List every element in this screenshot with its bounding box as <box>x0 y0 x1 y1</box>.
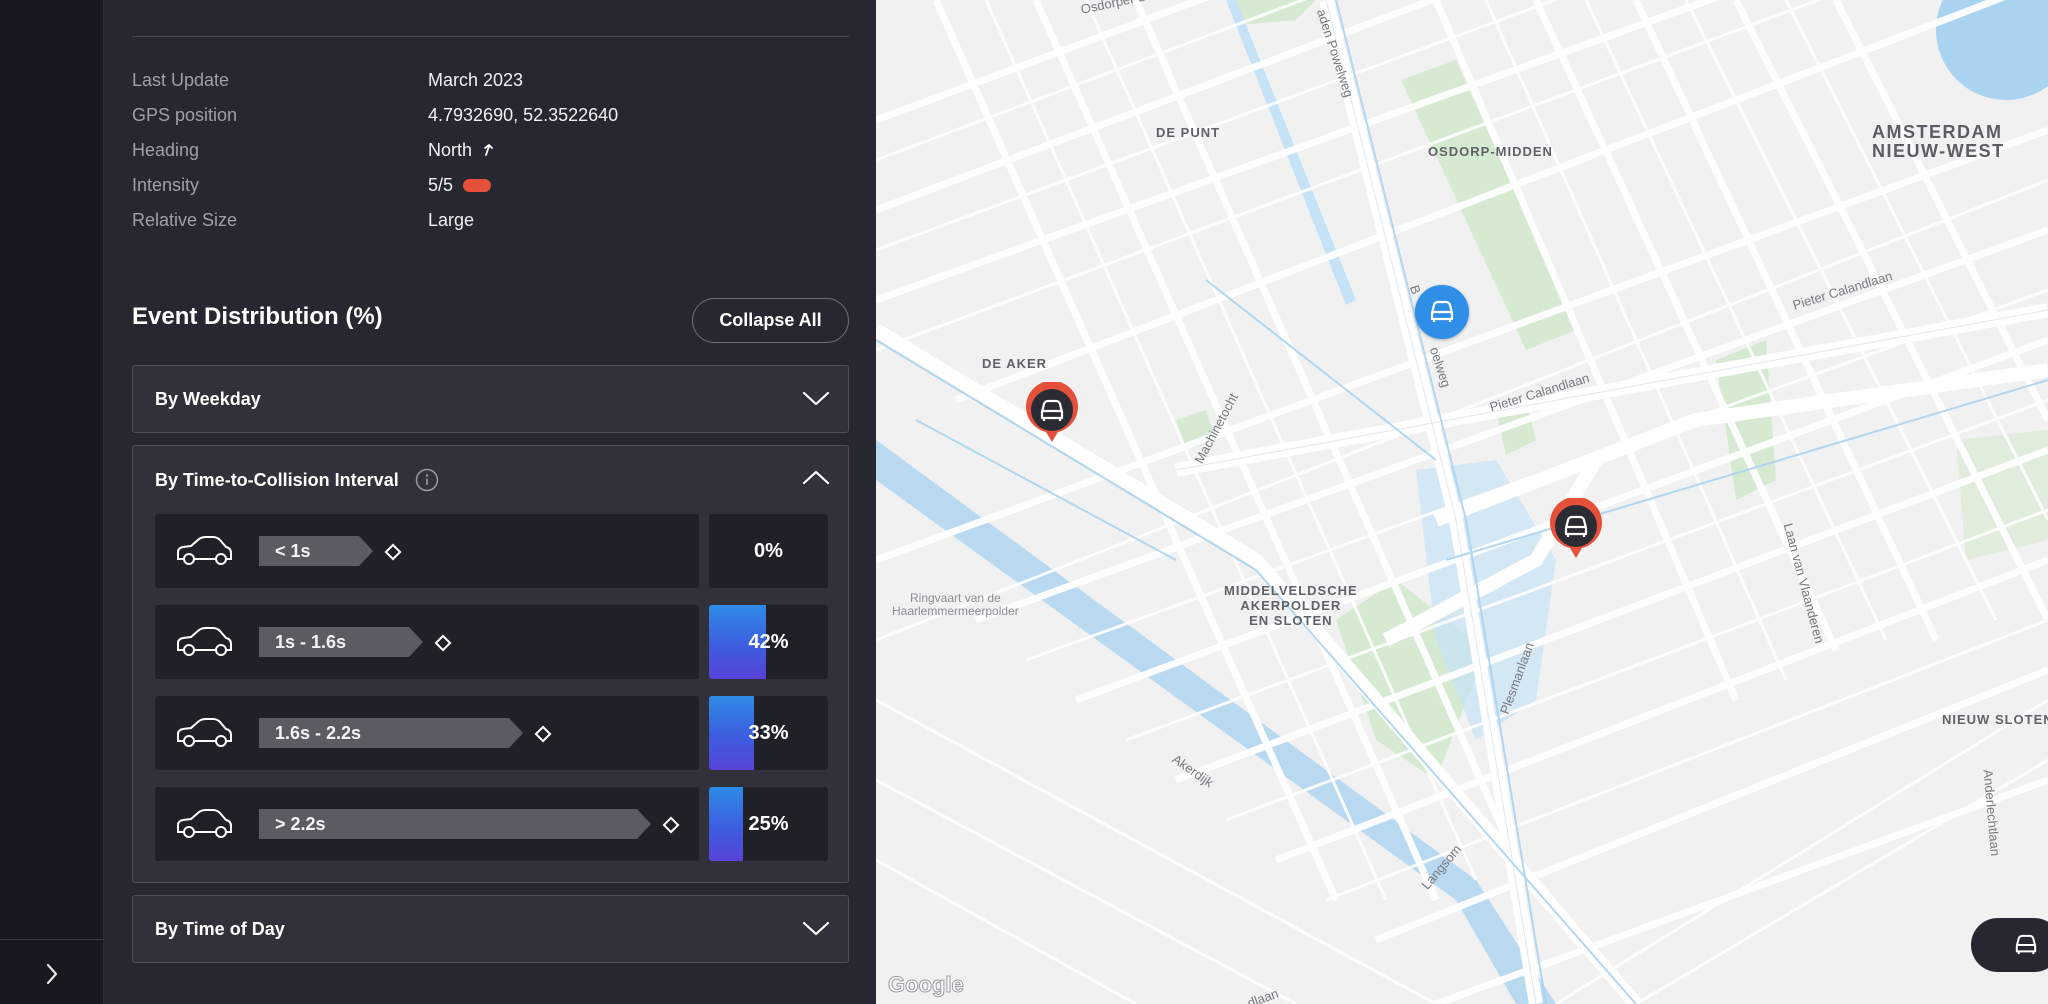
ttc-percent-cell: 0% <box>709 514 828 588</box>
car-icon <box>1430 300 1454 322</box>
detail-label: Intensity <box>132 174 200 195</box>
map-layer-toggle-button[interactable] <box>1971 918 2048 972</box>
district-label-line: MIDDELVELDSCHE <box>1224 583 1358 598</box>
ttc-interval-label: 1s - 1.6s <box>259 627 423 657</box>
detail-value: March 2023 <box>428 70 523 91</box>
detail-row-last-update: Last Update March 2023 <box>132 68 849 92</box>
ttc-interval-label: > 2.2s <box>259 809 651 839</box>
gps-value: 4.7932690, 52.3522640 <box>428 104 619 125</box>
last-update-value: March 2023 <box>428 69 524 90</box>
district-label: NIEUW SLOTEN <box>1942 712 2048 727</box>
arrow-up-right-icon <box>484 144 493 156</box>
district-label-line: EN SLOTEN <box>1249 613 1333 628</box>
intensity-value: 5/5 <box>428 174 454 195</box>
ttc-percent-cell: 33% <box>709 696 828 770</box>
left-rail <box>0 0 104 1004</box>
percent-value: 0% <box>754 539 783 562</box>
detail-row-gps: GPS position 4.7932690, 52.3522640 <box>132 103 849 127</box>
event-marker[interactable] <box>1548 496 1604 562</box>
district-label: AMSTERDAM NIEUW-WEST <box>1872 123 2005 161</box>
percent-value: 25% <box>748 812 789 835</box>
rail-divider <box>0 939 104 940</box>
ttc-interval-cell: 1s - 1.6s <box>155 605 699 679</box>
district-label-line: AKERPOLDER <box>1240 598 1342 613</box>
detail-label: GPS position <box>132 104 238 125</box>
heading-value: North <box>428 139 473 160</box>
accordion-title: By Time of Day <box>155 918 285 939</box>
car-icon <box>2015 934 2037 955</box>
detail-row-heading: Heading North <box>132 138 849 162</box>
chevron-down-icon <box>802 391 830 406</box>
ttc-interval-label: < 1s <box>259 536 373 566</box>
google-logo: Google <box>888 972 965 998</box>
detail-label: Relative Size <box>132 209 238 230</box>
percent-value: 33% <box>748 721 789 744</box>
car-outline-icon <box>177 809 232 838</box>
district-label-line: AMSTERDAM <box>1872 122 2003 142</box>
intensity-indicator <box>463 178 492 192</box>
expand-sidebar-button[interactable] <box>34 956 70 992</box>
diamond-marker-icon <box>662 816 680 834</box>
detail-value: North <box>428 140 494 161</box>
ttc-interval-row: > 2.2s 25% <box>155 787 828 861</box>
accordion-title: By Time-to-Collision Interval <box>155 469 399 490</box>
accordion-by-ttc-interval: By Time-to-Collision Interval < 1s 0% 1s -… <box>132 445 849 883</box>
detail-label: Last Update <box>132 69 230 90</box>
accordion-title: By Weekday <box>155 388 261 409</box>
place-label: Haarlemmermeerpolder <box>892 604 1019 618</box>
detail-label: Heading <box>132 139 200 160</box>
relative-size-value: Large <box>428 209 475 230</box>
car-outline-icon <box>177 536 232 565</box>
ttc-percent-cell: 25% <box>709 787 828 861</box>
chevron-down-icon <box>802 921 830 936</box>
map-pin-icon <box>1550 496 1602 558</box>
accordion-header-by-ttc-interval[interactable]: By Time-to-Collision Interval <box>133 446 848 514</box>
ttc-interval-row: 1.6s - 2.2s 33% <box>155 696 828 770</box>
map-pin-icon <box>1026 380 1078 442</box>
detail-row-relative-size: Relative Size Large <box>132 208 849 232</box>
divider <box>132 36 849 37</box>
district-label: MIDDELVELDSCHE AKERPOLDER EN SLOTEN <box>1224 583 1358 628</box>
detail-panel: Last Update March 2023 GPS position 4.79… <box>104 0 876 1004</box>
detail-value: 5/5 <box>428 174 492 196</box>
ttc-percent-cell: 42% <box>709 605 828 679</box>
diamond-marker-icon <box>384 543 402 561</box>
detail-value: 4.7932690, 52.3522640 <box>428 105 618 126</box>
accordion-header-by-weekday[interactable]: By Weekday <box>133 366 848 432</box>
ttc-interval-row: 1s - 1.6s 42% <box>155 605 828 679</box>
accordion-by-weekday: By Weekday <box>132 365 849 433</box>
event-distribution-title: Event Distribution (%) <box>132 303 383 330</box>
diamond-marker-icon <box>534 725 552 743</box>
chevron-right-icon <box>46 963 58 985</box>
map-view[interactable]: Osdorper Ban aden Powelweg DE PUNT OSDOR… <box>876 0 2048 1004</box>
district-label: DE AKER <box>982 356 1048 371</box>
accordion-by-time-of-day: By Time of Day <box>132 895 849 963</box>
car-outline-icon <box>177 627 232 656</box>
ttc-interval-label: 1.6s - 2.2s <box>259 718 523 748</box>
collapse-all-button[interactable]: Collapse All <box>692 298 849 343</box>
detail-row-intensity: Intensity 5/5 <box>132 173 849 197</box>
ttc-interval-cell: < 1s <box>155 514 699 588</box>
ttc-interval-cell: 1.6s - 2.2s <box>155 696 699 770</box>
district-label: DE PUNT <box>1156 125 1221 140</box>
accordion-header-by-time-of-day[interactable]: By Time of Day <box>133 896 848 962</box>
district-label: OSDORP-MIDDEN <box>1428 144 1553 159</box>
place-label: Ringvaart van de <box>910 591 1001 605</box>
selected-event-marker[interactable] <box>1415 285 1469 339</box>
diamond-marker-icon <box>434 634 452 652</box>
event-marker[interactable] <box>1024 380 1080 446</box>
ttc-interval-cell: > 2.2s <box>155 787 699 861</box>
percent-value: 42% <box>748 630 789 653</box>
ttc-interval-row: < 1s 0% <box>155 514 828 588</box>
district-label-line: NIEUW-WEST <box>1872 141 2005 161</box>
chevron-up-icon <box>802 470 830 485</box>
car-outline-icon <box>177 718 232 747</box>
info-icon[interactable] <box>415 468 439 492</box>
detail-value: Large <box>428 210 474 231</box>
